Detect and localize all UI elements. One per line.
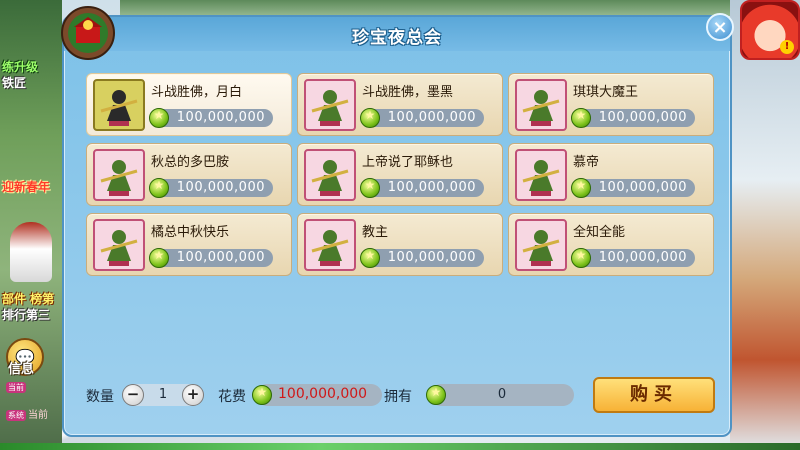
lantern-icon [61,6,115,60]
item-list-panel: 斗战胜佛，月白100,000,000斗战胜佛，墨黑100,000,000琪琪大魔… [78,61,716,331]
coin-icon [360,248,380,268]
close-button[interactable]: × [706,13,734,41]
chat-text: 当前 [28,410,48,421]
item-thumbnail-icon [515,149,567,201]
owned-value: 0 [497,387,507,402]
item-grid: 斗战胜佛，月白100,000,000斗战胜佛，墨黑100,000,000琪琪大魔… [86,73,718,276]
info-label: 信息 [8,362,35,377]
item-name: 橘总中秋快乐 [151,225,230,240]
item-name: 慕帝 [573,155,600,170]
item-card[interactable]: 琪琪大魔王 100,000,000 [508,73,714,136]
item-name: 秋总的多巴胺 [151,155,230,170]
coin-icon [252,385,272,405]
coin-icon [149,108,169,128]
item-price-bar: 100,000,000 [362,179,484,197]
item-card[interactable]: 教主 100,000,000 [297,213,503,276]
item-price: 100,000,000 [176,110,265,125]
item-thumbnail-icon [515,219,567,271]
coin-icon [149,248,169,268]
item-card[interactable]: 橘总中秋快乐 100,000,000 [86,213,292,276]
item-card[interactable]: 上帝说了耶稣也 100,000,000 [297,143,503,206]
item-price-bar: 100,000,000 [573,179,695,197]
item-name: 教主 [362,225,389,240]
cost-value: 100,000,000 [278,386,368,402]
item-price: 100,000,000 [598,250,687,265]
item-price: 100,000,000 [387,110,476,125]
coin-icon [360,178,380,198]
item-name: 琪琪大魔王 [573,85,639,100]
coin-icon [571,248,591,268]
item-name: 斗战胜佛，墨黑 [362,85,454,100]
item-price: 100,000,000 [176,180,265,195]
item-price: 100,000,000 [176,250,265,265]
experience-bar [0,443,800,450]
quantity-stepper[interactable]: − 1 + [122,384,204,406]
alert-icon: ! [780,40,794,54]
upgrade-text: 练升级 [2,60,39,74]
left-game-strip: 练升级 铁匠 迎新春年 部件 榜第 排行第三 💬 信息 当前 系统 当前 [0,0,62,450]
coin-icon [571,108,591,128]
player-character[interactable] [10,222,52,282]
system-tag: 系统 [6,410,26,421]
item-thumbnail-icon [515,79,567,131]
item-card[interactable]: 斗战胜佛，月白 100,000,000 [86,73,292,136]
dialog-title: 珍宝夜总会 [352,28,442,48]
quantity-value[interactable]: 1 [148,387,178,402]
right-game-scene: ! [730,0,800,450]
item-card[interactable]: 秋总的多巴胺 100,000,000 [86,143,292,206]
top-banner [120,0,740,16]
item-name: 斗战胜佛，月白 [151,85,243,100]
chat-tag: 当前 [6,382,26,393]
owned-label: 拥有 [384,389,412,405]
item-price: 100,000,000 [387,250,476,265]
cost-label: 花费 [218,389,246,405]
item-thumbnail-icon [304,149,356,201]
item-name: 上帝说了耶稣也 [362,155,454,170]
item-price-bar: 100,000,000 [362,249,484,267]
coin-icon [149,178,169,198]
item-thumbnail-icon [93,79,145,131]
item-price-bar: 100,000,000 [151,109,273,127]
shop-dialog: 珍宝夜总会 × 斗战胜佛，月白 100,000,000 斗战胜佛，墨黑 100,000… [61,6,734,437]
buy-button[interactable]: 购买 [593,377,715,413]
festival-text: 迎新春年 [2,180,51,194]
item-thumbnail-icon [93,219,145,271]
player-avatar[interactable]: ! [740,0,800,60]
item-price: 100,000,000 [598,180,687,195]
minus-button[interactable]: − [122,384,144,406]
rank-text: 部件 榜第 [2,292,55,306]
item-price-bar: 100,000,000 [362,109,484,127]
purchase-footer: 数量 − 1 + 花费 100,000,000 拥有 0 购买 [78,377,716,417]
cost-display: 100,000,000 [252,384,382,406]
item-price-bar: 100,000,000 [573,109,695,127]
owned-display: 0 [426,384,574,406]
item-thumbnail-icon [304,79,356,131]
plus-button[interactable]: + [182,384,204,406]
item-thumbnail-icon [304,219,356,271]
item-price-bar: 100,000,000 [573,249,695,267]
coin-icon [571,178,591,198]
item-price: 100,000,000 [598,110,687,125]
quantity-label: 数量 [86,389,114,405]
item-card[interactable]: 慕帝 100,000,000 [508,143,714,206]
item-thumbnail-icon [93,149,145,201]
item-price-bar: 100,000,000 [151,249,273,267]
item-price: 100,000,000 [387,180,476,195]
coin-icon [360,108,380,128]
item-card[interactable]: 全知全能 100,000,000 [508,213,714,276]
item-name: 全知全能 [573,225,626,240]
chat-row-2[interactable]: 系统 当前 [6,406,66,421]
item-card[interactable]: 斗战胜佛，墨黑 100,000,000 [297,73,503,136]
smith-text: 铁匠 [2,76,27,90]
rank-text-2: 排行第三 [2,308,51,322]
chat-row-1[interactable]: 当前 [6,382,66,396]
item-price-bar: 100,000,000 [151,179,273,197]
